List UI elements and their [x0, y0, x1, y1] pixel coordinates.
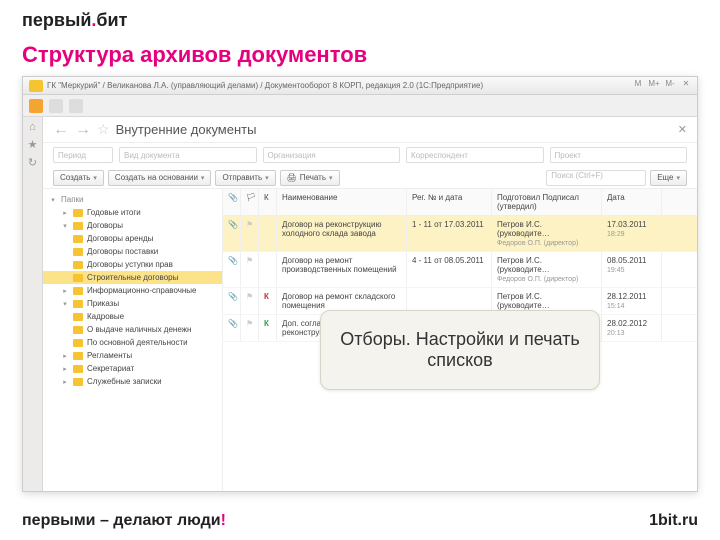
content-area: ← → ☆ Внутренние документы ✕ Период Вид … — [43, 117, 697, 491]
corr-field[interactable]: Корреспондент — [406, 147, 544, 163]
tree-item[interactable]: Строительные договоры — [43, 271, 222, 284]
folder-icon — [73, 365, 83, 373]
table-row[interactable]: 📎⚑Договор на реконструкцию холодного скл… — [223, 216, 697, 252]
folder-icon — [73, 274, 83, 282]
folder-icon — [73, 209, 83, 217]
create-base-button[interactable]: Создать на основании▾ — [108, 170, 212, 186]
favorite-icon[interactable]: ☆ — [97, 121, 110, 138]
tree-item[interactable]: ▸Служебные записки — [43, 375, 222, 388]
brand-logo: первый.бит — [22, 10, 127, 31]
flag-icon: ⚑ — [246, 256, 253, 265]
folder-icon — [73, 222, 83, 230]
tree-item[interactable]: Кадровые — [43, 310, 222, 323]
home-icon[interactable]: ⌂ — [27, 121, 39, 133]
col-reg[interactable]: Рег. № и дата — [407, 189, 492, 215]
tree-header: ▾Папки — [43, 193, 222, 206]
toolbar-icon[interactable] — [49, 99, 63, 113]
folder-icon — [73, 313, 83, 321]
tree-item[interactable]: ▸Регламенты — [43, 349, 222, 362]
nav-icon[interactable] — [29, 99, 43, 113]
paperclip-icon: 📎 — [228, 292, 238, 301]
col-sign[interactable]: Подготовил Подписал (утвердил) — [492, 189, 602, 215]
search-input[interactable]: Поиск (Ctrl+F) — [546, 170, 646, 186]
flag-icon: ⚑ — [246, 220, 253, 229]
tree-item[interactable]: ▾Приказы — [43, 297, 222, 310]
paperclip-icon: 📎 — [228, 319, 238, 328]
folder-icon — [73, 261, 83, 269]
star-icon[interactable]: ★ — [27, 139, 39, 151]
filter-bar: Период Вид документа Организация Корресп… — [43, 143, 697, 167]
tab-title: Внутренние документы — [116, 122, 257, 137]
print-button[interactable]: 🖨 Печать▾ — [280, 170, 340, 186]
close-button[interactable]: ✕ — [679, 79, 693, 88]
folder-tree: ▾Папки ▸Годовые итоги▾ДоговорыДоговоры а… — [43, 189, 223, 491]
project-field[interactable]: Проект — [550, 147, 688, 163]
flag-icon: ⚑ — [246, 319, 253, 328]
folder-icon — [73, 287, 83, 295]
tab-close-icon[interactable]: ✕ — [678, 123, 687, 136]
tree-item[interactable]: ▾Договоры — [43, 219, 222, 232]
folder-icon — [73, 235, 83, 243]
slide-title: Структура архивов документов — [22, 42, 367, 68]
sidebar-strip: ⌂ ★ ↻ — [23, 117, 43, 491]
footer-left: первыми – делают люди! — [22, 512, 226, 530]
fwd-icon[interactable]: → — [75, 121, 91, 139]
tab-header: ← → ☆ Внутренние документы ✕ — [43, 117, 697, 143]
grid-header: 📎 🏳 К Наименование Рег. № и дата Подгото… — [223, 189, 697, 216]
col-attach[interactable]: 📎 — [223, 189, 241, 215]
folder-icon — [73, 248, 83, 256]
window-titlebar: ГК "Меркурий" / Великанова Л.А. (управля… — [23, 77, 697, 95]
paperclip-icon: 📎 — [228, 220, 238, 229]
col-k[interactable]: К — [259, 189, 277, 215]
tree-item[interactable]: Договоры аренды — [43, 232, 222, 245]
toolbar-icon[interactable] — [69, 99, 83, 113]
tree-item[interactable]: О выдаче наличных денежн — [43, 323, 222, 336]
send-button[interactable]: Отправить▾ — [215, 170, 275, 186]
window-title: ГК "Меркурий" / Великанова Л.А. (управля… — [47, 81, 483, 90]
action-bar: Создать▾ Создать на основании▾ Отправить… — [43, 167, 697, 189]
app-window: ГК "Меркурий" / Великанова Л.А. (управля… — [22, 76, 698, 492]
col-flag[interactable]: 🏳 — [241, 189, 259, 215]
tree-item[interactable]: По основной деятельности — [43, 336, 222, 349]
flag-icon: ⚑ — [246, 292, 253, 301]
folder-icon — [73, 378, 83, 386]
min-button[interactable]: М — [631, 79, 645, 88]
col-date[interactable]: Дата — [602, 189, 662, 215]
tree-item[interactable]: ▸Годовые итоги — [43, 206, 222, 219]
period-field[interactable]: Период — [53, 147, 113, 163]
tree-item[interactable]: ▸Информационно-справочные — [43, 284, 222, 297]
footer-right: 1bit.ru — [649, 512, 698, 530]
folder-icon — [73, 352, 83, 360]
max-button[interactable]: М+ — [647, 79, 661, 88]
main-toolbar — [23, 95, 697, 117]
folder-icon — [73, 300, 83, 308]
tree-item[interactable]: Договоры поставки — [43, 245, 222, 258]
history-icon[interactable]: ↻ — [27, 157, 39, 169]
annotation-callout: Отборы. Настройки и печать списков — [320, 310, 600, 390]
col-name[interactable]: Наименование — [277, 189, 407, 215]
back-icon[interactable]: ← — [53, 121, 69, 139]
folder-icon — [73, 339, 83, 347]
app-menu-icon[interactable] — [29, 80, 43, 92]
tree-item[interactable]: Договоры уступки прав — [43, 258, 222, 271]
doctype-field[interactable]: Вид документа — [119, 147, 257, 163]
paperclip-icon: 📎 — [228, 256, 238, 265]
restore-button[interactable]: М- — [663, 79, 677, 88]
org-field[interactable]: Организация — [263, 147, 401, 163]
tree-item[interactable]: ▸Секретариат — [43, 362, 222, 375]
more-button[interactable]: Еще▾ — [650, 170, 687, 186]
create-button[interactable]: Создать▾ — [53, 170, 104, 186]
folder-icon — [73, 326, 83, 334]
table-row[interactable]: 📎⚑Договор на ремонт производственных пом… — [223, 252, 697, 288]
